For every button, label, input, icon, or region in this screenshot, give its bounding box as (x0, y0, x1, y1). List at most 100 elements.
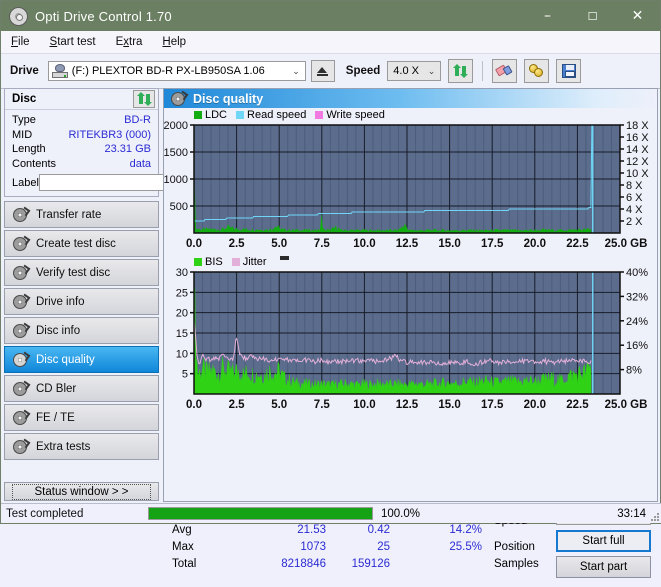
save-button[interactable] (556, 59, 582, 83)
disc-refresh-button[interactable] (133, 90, 155, 108)
close-button[interactable]: ✕ (615, 1, 660, 31)
sidebar-item-label: Create test disc (36, 237, 116, 250)
main-header: Disc quality (164, 89, 657, 108)
svg-text:7.5: 7.5 (314, 238, 331, 250)
svg-text:5: 5 (182, 369, 188, 381)
svg-text:2.5: 2.5 (229, 399, 246, 411)
svg-text:1000: 1000 (164, 174, 188, 186)
stats-row-max-label: Max (172, 541, 194, 553)
stats-avg-ldc: 21.53 (297, 524, 326, 536)
legend-label: Read speed (247, 108, 307, 121)
content-area: Disc Type BD-R MID RITEKBR3 (000) Length… (1, 88, 660, 578)
disc-row-value: 23.31 GB (104, 143, 151, 156)
speed-label: Speed (345, 65, 381, 77)
svg-text:10.0: 10.0 (353, 399, 375, 411)
erase-button[interactable] (492, 59, 518, 83)
eject-button[interactable] (310, 60, 335, 82)
drive-select[interactable]: (F:) PLEXTOR BD-R PX-LB950SA 1.06 ⌄ (47, 61, 306, 81)
chart-top-plot: 500 1000 1500 2000 2 X4 X6 X8 X 10 X 12 X 14 X1… (164, 121, 657, 253)
disc-row-key: Type (12, 114, 36, 127)
nav-list: Transfer rate Create test disc Verify te… (4, 201, 159, 460)
start-full-button[interactable]: Start full (556, 530, 651, 552)
legend-label: LDC (205, 108, 228, 121)
chart-top-svg: 5001000150020002 X4 X6 X8 X10 X12 X14 X1… (164, 121, 649, 250)
stats-max-ldc: 1073 (300, 541, 326, 553)
svg-text:16 X: 16 X (626, 132, 649, 144)
cd-icon (13, 439, 27, 454)
chart-legend-top: LDC Read speed Write speed (164, 108, 657, 121)
menu-help[interactable]: Help (162, 36, 186, 48)
sidebar-item-drive-info[interactable]: Drive info (4, 288, 159, 315)
svg-text:20: 20 (176, 308, 188, 320)
svg-text:2.5: 2.5 (229, 238, 246, 250)
svg-text:12.5: 12.5 (396, 238, 419, 250)
menu-bar: File Start test Extra Help (1, 31, 660, 54)
sidebar-item-label: Disc info (36, 324, 81, 337)
minimize-button[interactable]: – (525, 1, 570, 31)
svg-text:14 X: 14 X (626, 144, 649, 156)
disc-row-key: Contents (12, 157, 57, 170)
svg-text:12 X: 12 X (626, 156, 649, 168)
status-window-button[interactable]: Status window > > (4, 482, 159, 501)
disc-panel-title: Disc (12, 93, 37, 105)
svg-text:2000: 2000 (164, 121, 188, 132)
disc-row-value: RITEKBR3 (000) (68, 128, 151, 141)
toolbar-separator (482, 61, 484, 81)
disc-row-value: BD-R (124, 114, 151, 127)
save-icon (561, 64, 576, 78)
legend-item-bis: BIS (194, 256, 223, 268)
legend-item-jitter: Jitter (231, 256, 267, 268)
gold-discs-icon (529, 64, 544, 78)
toolbar: Drive (F:) PLEXTOR BD-R PX-LB950SA 1.06 … (1, 54, 660, 89)
svg-text:22.5: 22.5 (566, 399, 589, 411)
maximize-button[interactable]: ☐ (570, 1, 615, 31)
legend-item-read-speed: Read speed (236, 109, 306, 121)
refresh-icon (453, 64, 469, 78)
disc-row-contents: Contents data (12, 157, 151, 172)
stats-avg-bis: 0.42 (367, 524, 390, 536)
speed-select[interactable]: 4.0 X ⌄ (387, 61, 442, 81)
cd-icon (13, 381, 27, 396)
menu-file[interactable]: File (11, 36, 30, 48)
sidebar-item-disc-quality[interactable]: Disc quality (4, 346, 159, 373)
sidebar-item-transfer-rate[interactable]: Transfer rate (4, 201, 159, 228)
start-part-button[interactable]: Start part (556, 556, 651, 578)
svg-text:8 X: 8 X (626, 180, 643, 192)
svg-text:8%: 8% (626, 365, 642, 377)
drive-icon (51, 64, 68, 78)
menu-start-test[interactable]: Start test (50, 36, 96, 48)
stats-row-avg-label: Avg (172, 524, 192, 536)
sidebar-item-disc-info[interactable]: Disc info (4, 317, 159, 344)
menu-extra[interactable]: Extra (116, 36, 143, 48)
gold-discs-button[interactable] (524, 59, 550, 83)
svg-text:17.5: 17.5 (481, 399, 504, 411)
page-title: Disc quality (193, 91, 264, 106)
refresh-button[interactable] (448, 59, 474, 83)
chart-bottom-svg: 5 10 15 20 25 30 8% 16% 24% 32% 40% 0.0 2.5 5.0 7.5 10.… (176, 268, 648, 411)
svg-text:16%: 16% (626, 340, 648, 352)
jitter-marker-icon (279, 256, 289, 260)
svg-text:20.0: 20.0 (524, 399, 546, 411)
disc-row-key: MID (12, 128, 33, 141)
sidebar-item-cd-bler[interactable]: CD Bler (4, 375, 159, 402)
svg-text:30: 30 (176, 268, 188, 279)
svg-text:25.0 GB: 25.0 GB (605, 238, 648, 250)
sidebar-item-extra-tests[interactable]: Extra tests (4, 433, 159, 460)
sidebar-item-create-test-disc[interactable]: Create test disc (4, 230, 159, 257)
chart-ldc-readspeed: LDC Read speed Write speed 500 1000 1500 20… (164, 108, 657, 253)
svg-text:25.0 GB: 25.0 GB (605, 399, 648, 411)
stats-total-bis: 159126 (351, 558, 390, 570)
stats-avg-jitter: 14.2% (449, 524, 482, 536)
chart-bottom-plot: 5 10 15 20 25 30 8% 16% 24% 32% 40% 0.0 2.5 5.0 7.5 10.… (164, 268, 657, 414)
svg-text:10 X: 10 X (626, 168, 649, 180)
svg-text:17.5: 17.5 (481, 238, 504, 250)
cd-icon (13, 265, 27, 280)
legend-swatch (231, 257, 240, 266)
svg-text:5.0: 5.0 (271, 399, 287, 411)
resize-grip[interactable] (649, 511, 659, 521)
sidebar-item-fe-te[interactable]: FE / TE (4, 404, 159, 431)
svg-text:15.0: 15.0 (438, 399, 460, 411)
sidebar-item-verify-test-disc[interactable]: Verify test disc (4, 259, 159, 286)
chevron-down-icon: ⌄ (427, 65, 436, 76)
progress-bar (148, 507, 373, 520)
